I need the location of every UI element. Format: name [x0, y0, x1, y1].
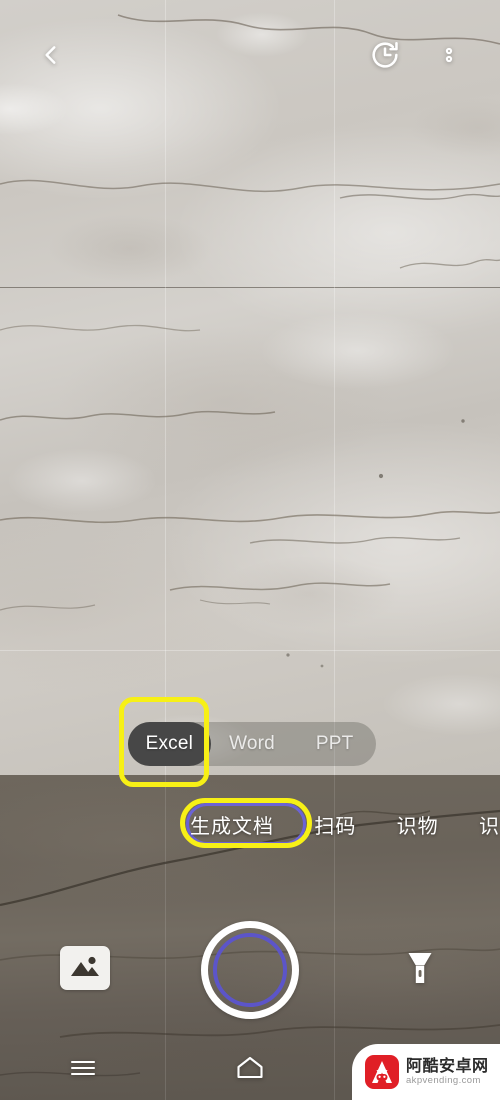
marble-vein-group — [0, 14, 500, 668]
camera-controls — [0, 905, 500, 1035]
more-vertical-icon — [437, 43, 461, 67]
document-type-selector[interactable]: Excel Word PPT — [128, 722, 376, 766]
tile-grout-line — [0, 287, 500, 288]
chevron-left-icon — [38, 42, 64, 68]
image-gallery-icon — [68, 951, 102, 986]
more-options-button[interactable] — [426, 32, 472, 78]
watermark-text: 阿酷安卓网 akpvending.com — [406, 1055, 489, 1087]
doctype-option-ppt[interactable]: PPT — [293, 722, 376, 766]
gallery-button[interactable] — [60, 946, 110, 990]
top-bar — [0, 0, 500, 110]
back-button[interactable] — [28, 32, 74, 78]
tile-grout-line — [334, 0, 335, 775]
camera-viewfinder[interactable] — [0, 0, 500, 775]
flashlight-button[interactable] — [398, 947, 442, 993]
doctype-option-word[interactable]: Word — [211, 722, 294, 766]
home-icon — [235, 1055, 265, 1086]
tile-grout-line — [0, 650, 500, 651]
history-clock-icon — [369, 39, 401, 71]
shutter-inner-ring — [213, 933, 287, 1007]
marble-texture — [0, 0, 500, 775]
flashlight-icon — [405, 950, 435, 991]
watermark-site-url: akpvending.com — [406, 1075, 481, 1087]
mode-item-generate-document[interactable]: 生成文档 — [190, 810, 274, 839]
tile-grout-line — [165, 0, 166, 775]
doctype-option-excel[interactable]: Excel — [128, 722, 211, 766]
shutter-button[interactable] — [201, 921, 299, 1019]
capture-mode-row: 生成文档 扫码 识物 识 — [0, 800, 500, 848]
mode-item-recognize-object[interactable]: 识物 — [397, 810, 439, 839]
history-button[interactable] — [362, 32, 408, 78]
mode-item-partial[interactable]: 识 — [479, 810, 500, 839]
watermark-site-name: 阿酷安卓网 — [406, 1055, 489, 1075]
phone-screen: Excel Word PPT 生成文档 扫码 识物 识 阿酷安卓网 akpven… — [0, 0, 500, 1100]
nav-home-button[interactable] — [220, 1048, 280, 1092]
watermark-logo-icon — [365, 1055, 399, 1089]
hamburger-menu-icon — [69, 1057, 97, 1084]
site-watermark: 阿酷安卓网 akpvending.com — [352, 1044, 500, 1100]
mode-item-scan-code[interactable]: 扫码 — [314, 810, 356, 839]
nav-menu-button[interactable] — [53, 1048, 113, 1092]
